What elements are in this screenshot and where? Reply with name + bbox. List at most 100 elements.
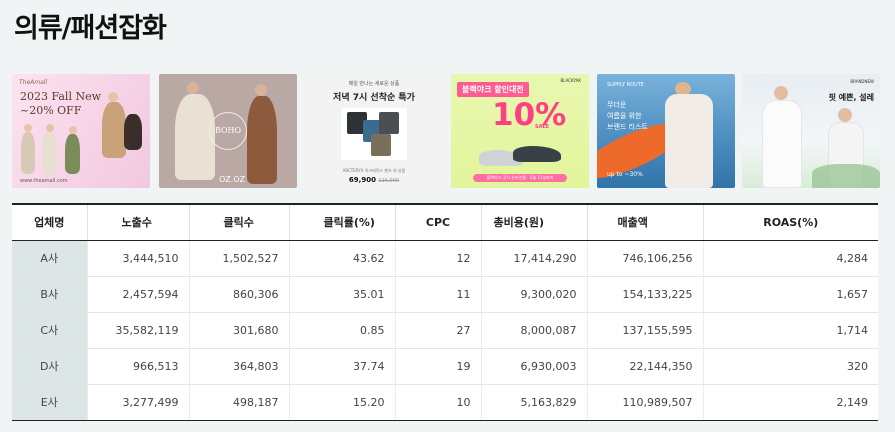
- banner-price: 69,900 115,000: [305, 176, 443, 184]
- impressions-cell: 3,444,510: [86, 240, 189, 277]
- company-name: C사: [12, 312, 87, 349]
- banner-headline: 저녁 7시 선착순 특가: [333, 93, 415, 103]
- cpc-cell: 19: [394, 348, 481, 385]
- banner-line: 여름을 위한: [607, 112, 642, 120]
- col-header-clicks[interactable]: 클릭수: [188, 203, 289, 241]
- col-header-impressions[interactable]: 노출수: [86, 203, 189, 241]
- banner-footer: 블랙야크 공식 온라인몰 · 5월 11일까지: [473, 174, 567, 182]
- model-figure: [69, 126, 77, 134]
- banner-sale: SALE: [535, 124, 550, 130]
- table-row[interactable]: E사 3,277,499 498,187 15.20 10 5,163,829 …: [12, 384, 878, 421]
- shorts-image: [379, 112, 399, 134]
- banner-discount: up to ~30%: [607, 171, 643, 178]
- performance-table: 업체명 노출수 클릭수 클릭률(%) CPC 총비용(원) 매출액 ROAS(%…: [12, 203, 878, 421]
- roas-cell: 1,714: [702, 312, 878, 349]
- table-row[interactable]: D사 966,513 364,803 37.74 19 6,930,003 22…: [12, 348, 878, 385]
- page-title: 의류/패션잡화: [14, 13, 167, 44]
- model-figure: [255, 84, 267, 96]
- col-header-ctr[interactable]: 클릭률(%): [288, 203, 395, 241]
- revenue-cell: 154,133,225: [586, 276, 703, 313]
- chair-shape: [124, 114, 142, 150]
- banner-ozoz-boho[interactable]: BOHO OZ.OZ: [159, 74, 297, 188]
- banner-brand: BLACKYAK: [560, 78, 582, 83]
- banner-evening-deal[interactable]: 매일 만나는 새로운 상품 저녁 7시 선착순 특가 ARCTERYX 아크테릭…: [305, 74, 443, 188]
- model-figure: [46, 124, 54, 132]
- banner-tag: 블랙야크 할인대전: [457, 82, 529, 97]
- sale-price: 69,900: [348, 176, 376, 184]
- revenue-cell: 110,989,507: [586, 384, 703, 421]
- model-figure: [762, 100, 802, 188]
- model-figure: [24, 124, 32, 132]
- shoe-image: [513, 146, 561, 162]
- roas-cell: 2,149: [702, 384, 878, 421]
- ctr-cell: 0.85: [288, 312, 395, 349]
- revenue-cell: 137,155,595: [586, 312, 703, 349]
- ctr-cell: 35.01: [288, 276, 395, 313]
- ctr-cell: 43.62: [288, 240, 395, 277]
- impressions-cell: 3,277,499: [86, 384, 189, 421]
- banner-line: 무더운: [607, 101, 627, 109]
- model-figure: [102, 102, 126, 158]
- banner-badge: BOHO: [209, 112, 247, 150]
- company-name: D사: [12, 348, 87, 385]
- impressions-cell: 35,582,119: [86, 312, 189, 349]
- ctr-cell: 15.20: [288, 384, 395, 421]
- roas-cell: 4,284: [702, 240, 878, 277]
- banner-percent: 10%: [492, 97, 567, 133]
- banner-brand: SUPPLY ROUTE: [607, 82, 644, 88]
- clicks-cell: 1,502,527: [188, 240, 289, 277]
- model-figure: [42, 132, 57, 174]
- cost-cell: 6,930,003: [480, 348, 587, 385]
- col-header-revenue[interactable]: 매출액: [586, 203, 703, 241]
- banner-url: www.theamall.com: [20, 178, 68, 184]
- table-row[interactable]: B사 2,457,594 860,306 35.01 11 9,300,020 …: [12, 276, 878, 313]
- banner-strip: TheAmall 2023 Fall New ~20% OFF www.thea…: [12, 74, 880, 188]
- roas-cell: 320: [702, 348, 878, 385]
- banner-discount: ~20% OFF: [20, 104, 82, 117]
- model-figure: [21, 132, 35, 174]
- banner-supply-route[interactable]: SUPPLY ROUTE 무더운 여름을 위한 브랜드 리스트 up to ~3…: [597, 74, 735, 188]
- clicks-cell: 498,187: [188, 384, 289, 421]
- model-figure: [774, 86, 788, 100]
- banner-subtitle: 매일 만나는 새로운 상품: [348, 81, 400, 87]
- cost-cell: 8,000,087: [480, 312, 587, 349]
- company-name: E사: [12, 384, 87, 421]
- banner-brand: OZ.OZ: [219, 175, 246, 184]
- table-row[interactable]: C사 35,582,119 301,680 0.85 27 8,000,087 …: [12, 312, 878, 349]
- shorts-image: [371, 134, 391, 156]
- banner-brand: TheAmall: [19, 79, 48, 86]
- col-header-roas[interactable]: ROAS(%): [702, 203, 878, 241]
- company-name: B사: [12, 276, 87, 313]
- model-figure: [187, 82, 199, 94]
- model-figure: [65, 134, 80, 174]
- impressions-cell: 966,513: [86, 348, 189, 385]
- greenery-shape: [812, 164, 880, 188]
- banner-headline: 2023 Fall New: [20, 90, 102, 103]
- clicks-cell: 364,803: [188, 348, 289, 385]
- banner-brandnew[interactable]: BRANDNEW 핏 예쁜, 설레: [742, 74, 880, 188]
- table-row[interactable]: A사 3,444,510 1,502,527 43.62 12 17,414,2…: [12, 240, 878, 277]
- cpc-cell: 12: [394, 240, 481, 277]
- clicks-cell: 860,306: [188, 276, 289, 313]
- banner-line: 브랜드 리스트: [607, 123, 648, 131]
- col-header-cpc[interactable]: CPC: [394, 203, 481, 241]
- model-figure: [838, 108, 852, 122]
- cost-cell: 5,163,829: [480, 384, 587, 421]
- cost-cell: 9,300,020: [480, 276, 587, 313]
- col-header-cost[interactable]: 총비용(원): [480, 203, 587, 241]
- col-header-company[interactable]: 업체명: [12, 203, 87, 241]
- roas-cell: 1,657: [702, 276, 878, 313]
- banner-brand: BRANDNEW: [850, 79, 874, 84]
- banner-theamall[interactable]: TheAmall 2023 Fall New ~20% OFF www.thea…: [12, 74, 150, 188]
- revenue-cell: 22,144,350: [586, 348, 703, 385]
- banner-caption: ARCTERYX 아크테릭스 팬츠 외 상품: [342, 168, 406, 173]
- product-image: [341, 108, 407, 160]
- model-figure: [108, 92, 118, 102]
- banner-blackyak-sale[interactable]: 블랙야크 할인대전 BLACKYAK 10% SALE 블랙야크 공식 온라인몰…: [451, 74, 589, 188]
- banner-caption: 핏 예쁜, 설레: [828, 93, 874, 102]
- company-name: A사: [12, 240, 87, 277]
- clicks-cell: 301,680: [188, 312, 289, 349]
- cost-cell: 17,414,290: [480, 240, 587, 277]
- impressions-cell: 2,457,594: [86, 276, 189, 313]
- cpc-cell: 11: [394, 276, 481, 313]
